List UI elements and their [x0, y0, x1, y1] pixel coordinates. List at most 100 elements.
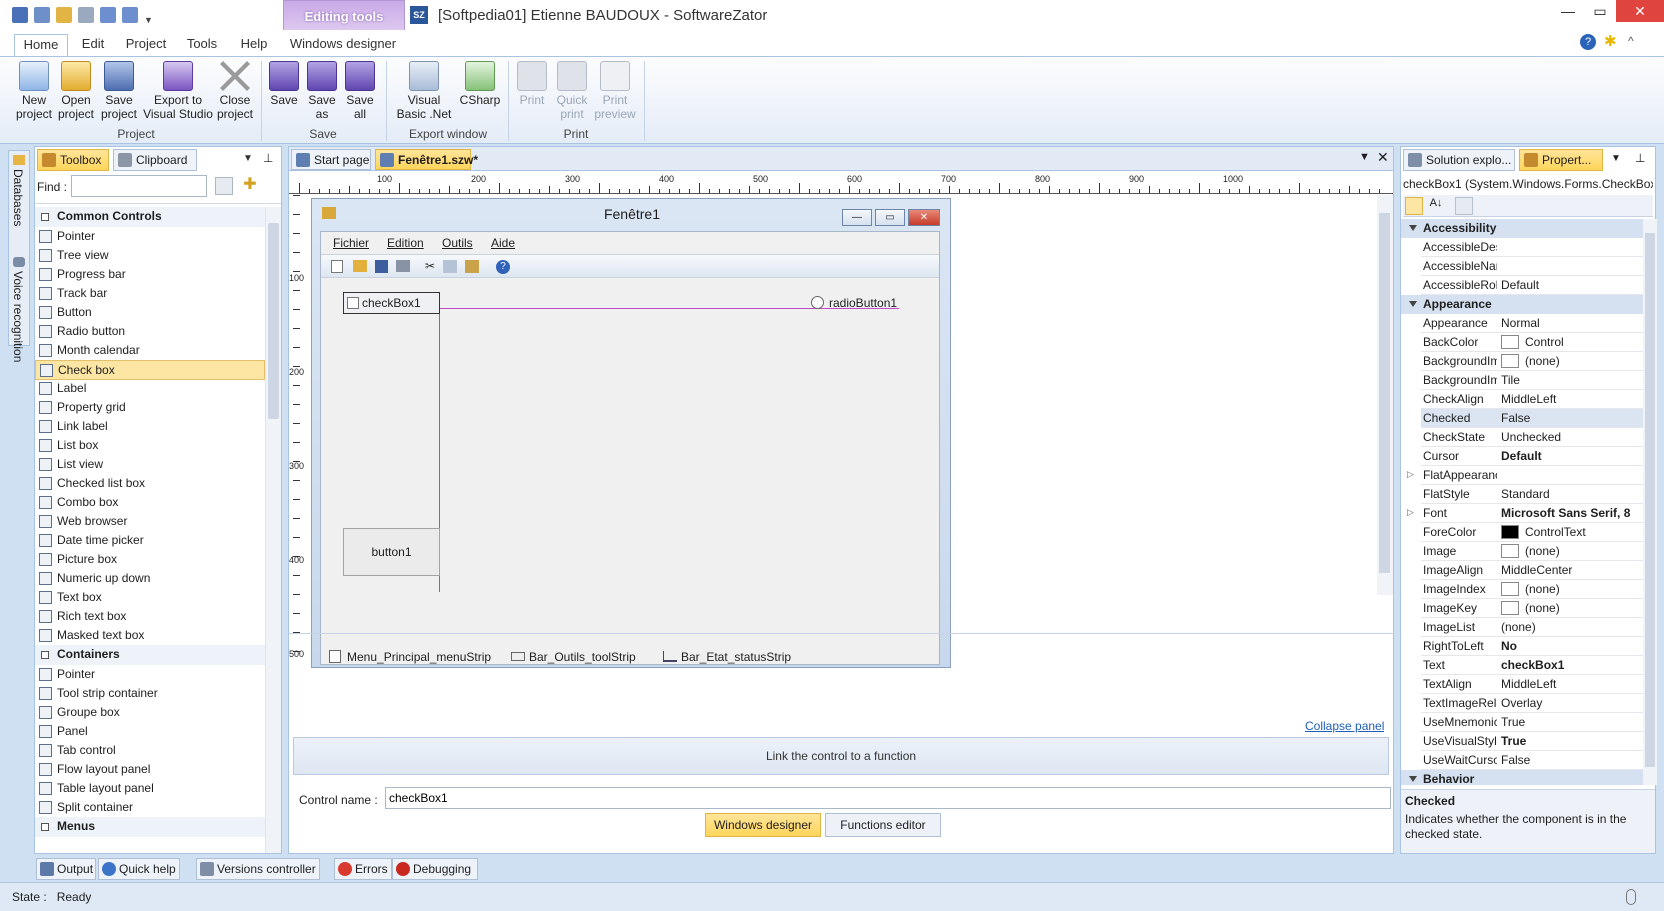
- toolbox-item[interactable]: Rich text box: [35, 607, 265, 627]
- property-row[interactable]: Text checkBox1: [1421, 656, 1643, 675]
- property-row[interactable]: ▷ Font Microsoft Sans Serif, 8: [1407, 504, 1643, 523]
- toolbox-section-header[interactable]: Containers: [35, 645, 265, 665]
- toolbox-item[interactable]: Date time picker: [35, 531, 265, 551]
- tab-quick-help[interactable]: Quick help: [98, 858, 180, 880]
- property-row[interactable]: AccessibleName: [1421, 257, 1643, 276]
- toolbox-item[interactable]: Property grid: [35, 398, 265, 418]
- toolbox-item[interactable]: Check box: [35, 360, 265, 380]
- collapse-panel-link[interactable]: Collapse panel: [1305, 719, 1384, 733]
- property-row[interactable]: BackColor Control: [1421, 333, 1643, 352]
- paste-icon[interactable]: [465, 260, 479, 273]
- printer-icon[interactable]: [396, 260, 410, 272]
- form-client-area[interactable]: Fichier Edition Outils Aide ✂ ? checkBox…: [320, 231, 940, 665]
- undo-icon[interactable]: [100, 7, 116, 23]
- toolbox-item[interactable]: Radio button: [35, 322, 265, 342]
- property-row[interactable]: BackgroundImageLayout Tile: [1421, 371, 1643, 390]
- property-row[interactable]: CheckAlign MiddleLeft: [1421, 390, 1643, 409]
- property-row[interactable]: BackgroundImage (none): [1421, 352, 1643, 371]
- toolbox-item[interactable]: Track bar: [35, 284, 265, 304]
- property-row[interactable]: FlatStyle Standard: [1421, 485, 1643, 504]
- component-bar-outils[interactable]: Bar_Outils_toolStrip: [511, 649, 651, 665]
- property-value[interactable]: False: [1501, 411, 1641, 425]
- tab-databases[interactable]: Databases: [11, 169, 25, 226]
- property-row[interactable]: Cursor Default: [1421, 447, 1643, 466]
- new-project-button[interactable]: New project: [14, 61, 54, 121]
- property-value[interactable]: Default: [1501, 449, 1641, 463]
- property-value[interactable]: Tile: [1501, 373, 1641, 387]
- tab-debugging[interactable]: Debugging: [392, 858, 478, 880]
- tab-tools[interactable]: Tools: [178, 34, 226, 56]
- toolbox-item[interactable]: Link label: [35, 417, 265, 437]
- form-menu-fichier[interactable]: Fichier: [333, 236, 369, 250]
- property-value[interactable]: (none): [1525, 354, 1643, 368]
- toolbox-item[interactable]: Checked list box: [35, 474, 265, 494]
- property-row[interactable]: ImageAlign MiddleCenter: [1421, 561, 1643, 580]
- form-menu-outils[interactable]: Outils: [442, 236, 473, 250]
- print-button[interactable]: Print: [514, 61, 550, 107]
- property-value[interactable]: True: [1501, 715, 1641, 729]
- app-icon[interactable]: [12, 7, 28, 23]
- property-value[interactable]: (none): [1525, 582, 1643, 596]
- property-value[interactable]: Overlay: [1501, 696, 1641, 710]
- toolbox-item[interactable]: Table layout panel: [35, 779, 265, 799]
- toolbox-item[interactable]: Panel: [35, 722, 265, 742]
- property-row[interactable]: TextImageRelation Overlay: [1421, 694, 1643, 713]
- toolbox-item[interactable]: Tool strip container: [35, 684, 265, 704]
- property-row[interactable]: Image (none): [1421, 542, 1643, 561]
- scrollbar-thumb[interactable]: [1645, 233, 1655, 767]
- cut-icon[interactable]: ✂: [425, 259, 435, 273]
- scrollbar-thumb[interactable]: [1379, 213, 1390, 573]
- property-row[interactable]: TextAlign MiddleLeft: [1421, 675, 1643, 694]
- link-function-button[interactable]: Link the control to a function: [293, 737, 1389, 775]
- microphone-icon[interactable]: [1626, 889, 1636, 905]
- property-category[interactable]: Behavior: [1401, 770, 1643, 785]
- designed-form[interactable]: Fenêtre1 — ▭ ✕ Fichier Edition Outils Ai…: [311, 198, 951, 668]
- save-project-button[interactable]: Save project: [98, 61, 140, 121]
- new-icon[interactable]: [34, 7, 50, 23]
- pin-icon[interactable]: ⊥: [1635, 151, 1645, 165]
- save-button[interactable]: Save: [266, 61, 302, 107]
- component-bar-etat[interactable]: Bar_Etat_statusStrip: [663, 649, 813, 665]
- tab-start-page[interactable]: Start page: [291, 149, 371, 170]
- design-canvas[interactable]: Fenêtre1 — ▭ ✕ Fichier Edition Outils Ai…: [311, 195, 1369, 781]
- form-maximize-button[interactable]: ▭: [875, 209, 905, 226]
- property-row[interactable]: ▷ FlatAppearance: [1407, 466, 1643, 485]
- property-value[interactable]: No: [1501, 639, 1641, 653]
- property-value[interactable]: False: [1501, 753, 1641, 767]
- property-row[interactable]: CheckState Unchecked: [1421, 428, 1643, 447]
- functions-editor-button[interactable]: Functions editor: [825, 813, 941, 837]
- lightbulb-icon[interactable]: ✱: [1604, 32, 1617, 50]
- tab-project[interactable]: Project: [118, 34, 174, 56]
- toolbox-item[interactable]: List view: [35, 455, 265, 475]
- toolbox-section-header[interactable]: Common Controls: [35, 207, 265, 227]
- form-close-button[interactable]: ✕: [908, 209, 940, 226]
- property-value[interactable]: Default: [1501, 278, 1641, 292]
- property-row[interactable]: AccessibleRole Default: [1421, 276, 1643, 295]
- quick-print-button[interactable]: Quick print: [552, 61, 592, 121]
- chevron-down-icon[interactable]: ▼: [144, 15, 154, 31]
- toolbox-item[interactable]: Web browser: [35, 512, 265, 532]
- tab-help[interactable]: Help: [232, 34, 276, 56]
- scrollbar-thumb[interactable]: [268, 223, 279, 419]
- tab-versions-controller[interactable]: Versions controller: [196, 858, 320, 880]
- toolbox-item[interactable]: Masked text box: [35, 626, 265, 646]
- visual-basic-button[interactable]: Visual Basic .Net: [392, 61, 456, 121]
- folder-icon[interactable]: [353, 260, 367, 272]
- form-menu-aide[interactable]: Aide: [491, 236, 515, 250]
- property-value[interactable]: Unchecked: [1501, 430, 1641, 444]
- property-value[interactable]: MiddleLeft: [1501, 392, 1641, 406]
- form-button[interactable]: button1: [343, 528, 440, 576]
- panel-dropdown-icon[interactable]: ▼: [243, 153, 253, 164]
- toolbox-item[interactable]: Text box: [35, 588, 265, 608]
- help-icon[interactable]: ?: [496, 260, 510, 274]
- toolbox-item[interactable]: Combo box: [35, 493, 265, 513]
- property-value[interactable]: (none): [1501, 620, 1641, 634]
- property-category[interactable]: Accessibility: [1401, 219, 1643, 238]
- export-visual-studio-button[interactable]: Export to Visual Studio: [142, 61, 214, 121]
- property-row[interactable]: UseMnemonic True: [1421, 713, 1643, 732]
- close-project-button[interactable]: Close project: [214, 61, 256, 121]
- control-name-input[interactable]: [385, 787, 1391, 809]
- property-value[interactable]: Normal: [1501, 316, 1641, 330]
- toolbox-item[interactable]: Picture box: [35, 550, 265, 570]
- collapse-icon[interactable]: [1409, 301, 1417, 307]
